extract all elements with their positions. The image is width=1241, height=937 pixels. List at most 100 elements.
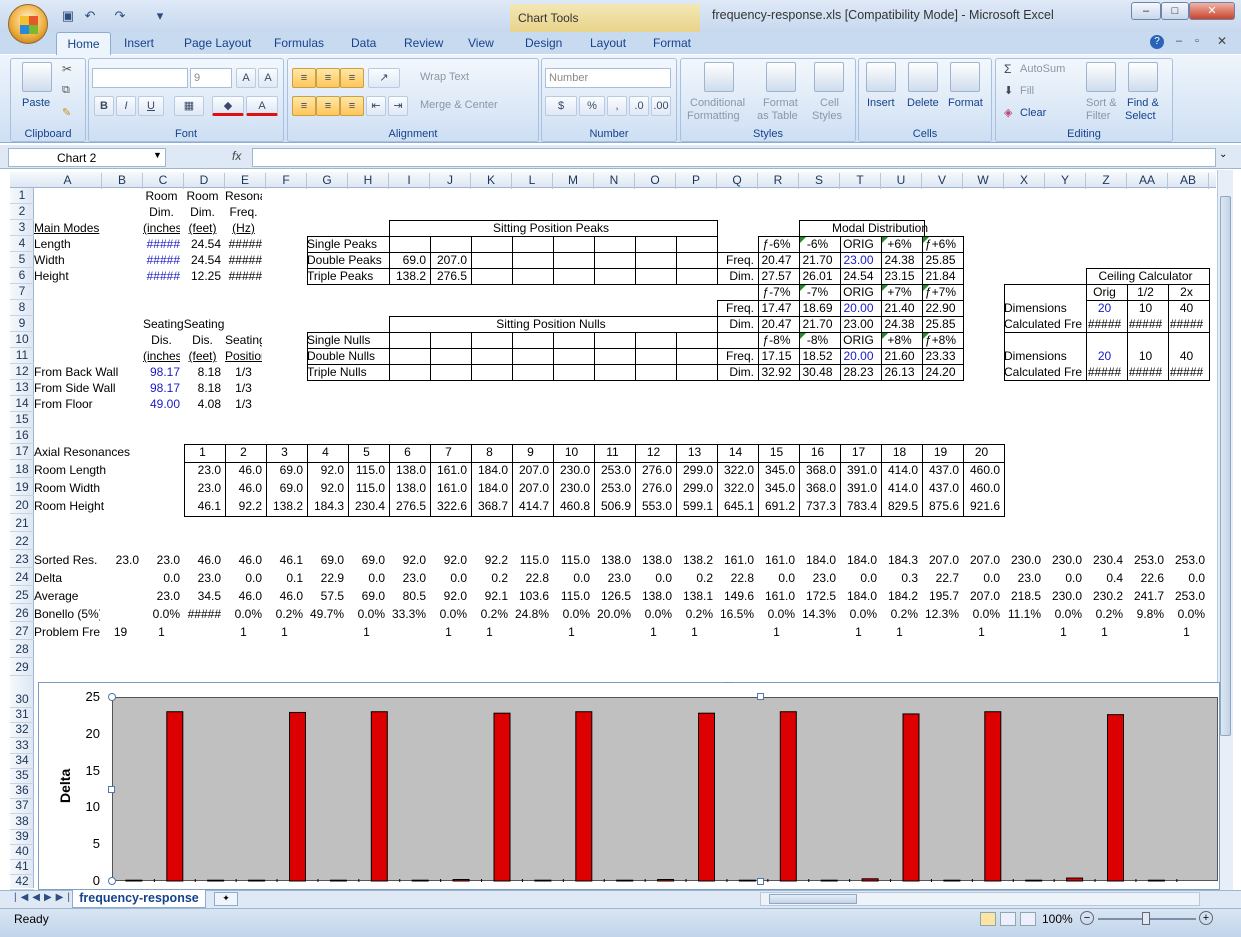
tab-review[interactable]: Review xyxy=(404,36,443,50)
ceiling-value[interactable]: 40 xyxy=(1168,349,1205,363)
column-header-s[interactable]: S xyxy=(799,173,840,189)
sorted-label[interactable]: Sorted Res. xyxy=(34,553,100,567)
average-value[interactable]: 92.0 xyxy=(430,589,467,603)
ceiling-label[interactable]: Calculated Fre xyxy=(1004,365,1082,379)
delete-cells-icon[interactable] xyxy=(908,62,938,92)
axial-value[interactable]: 414.7 xyxy=(512,499,549,513)
bonello-value[interactable]: 0.0% xyxy=(143,607,180,621)
axial-index[interactable]: 15 xyxy=(758,445,795,459)
sorted-value[interactable]: 207.0 xyxy=(922,553,959,567)
average-value[interactable]: 46.0 xyxy=(266,589,303,603)
ceiling-value[interactable]: ##### xyxy=(1168,365,1205,379)
axial-index[interactable]: 4 xyxy=(307,445,344,459)
peaks-label[interactable]: Single Peaks xyxy=(307,237,385,251)
axial-value[interactable]: 460.8 xyxy=(553,499,590,513)
normal-view-icon[interactable] xyxy=(980,912,996,926)
axial-value[interactable]: 368.0 xyxy=(799,463,836,477)
ceiling-header[interactable]: Orig xyxy=(1086,285,1123,299)
ceiling-value[interactable]: ##### xyxy=(1168,317,1205,331)
column-header-e[interactable]: E xyxy=(225,173,266,189)
sorted-value[interactable]: 253.0 xyxy=(1127,553,1164,567)
axial-value[interactable]: 783.4 xyxy=(840,499,877,513)
problem-value[interactable]: 1 xyxy=(840,625,877,639)
axial-value[interactable]: 322.6 xyxy=(430,499,467,513)
axial-index[interactable]: 20 xyxy=(963,445,1000,459)
axial-value[interactable]: 230.4 xyxy=(348,499,385,513)
chart-bar[interactable] xyxy=(452,879,470,882)
axial-row-label[interactable]: Room Height xyxy=(34,499,130,513)
column-header-u[interactable]: U xyxy=(881,173,922,189)
bonello-value[interactable]: 20.0% xyxy=(594,607,631,621)
axial-row-label[interactable]: Room Length xyxy=(34,463,130,477)
ceiling-value[interactable]: ##### xyxy=(1127,317,1164,331)
axial-value[interactable]: 115.0 xyxy=(348,481,385,495)
name-box[interactable]: Chart 2 xyxy=(8,148,166,167)
plot-handle-ml[interactable] xyxy=(108,786,115,793)
row-header-32[interactable]: 32 xyxy=(10,722,34,739)
bonello-value[interactable]: 33.3% xyxy=(389,607,426,621)
decrease-indent-button[interactable]: ⇤ xyxy=(366,96,386,116)
problem-value[interactable]: 1 xyxy=(635,625,672,639)
delta-value[interactable]: 23.0 xyxy=(184,571,221,585)
column-header-j[interactable]: J xyxy=(430,173,471,189)
axial-index[interactable]: 16 xyxy=(799,445,836,459)
axial-index[interactable]: 17 xyxy=(840,445,877,459)
column-header-a[interactable]: A xyxy=(34,173,102,189)
conditional-formatting-icon[interactable] xyxy=(704,62,734,92)
mode-label[interactable]: Height xyxy=(34,269,98,283)
modal-cell[interactable]: 17.47 xyxy=(758,301,795,315)
axial-value[interactable]: 437.0 xyxy=(922,481,959,495)
chart-bar[interactable] xyxy=(861,878,879,882)
column-caption[interactable]: (feet) xyxy=(184,221,221,235)
column-header-c[interactable]: C xyxy=(143,173,184,189)
ribbon-minimize-icon[interactable]: – xyxy=(1176,35,1182,47)
axial-value[interactable]: 23.0 xyxy=(184,463,221,477)
modal-cell[interactable]: 20.47 xyxy=(758,317,795,331)
modal-cell[interactable]: 23.33 xyxy=(922,349,959,363)
row-header-41[interactable]: 41 xyxy=(10,859,34,876)
sorted-value[interactable]: 184.0 xyxy=(799,553,836,567)
chart-bar[interactable] xyxy=(411,879,429,882)
mode-value[interactable]: ##### xyxy=(143,269,180,283)
axial-index[interactable]: 2 xyxy=(225,445,262,459)
find-select-icon[interactable] xyxy=(1128,62,1158,92)
axial-index[interactable]: 19 xyxy=(922,445,959,459)
average-value[interactable]: 184.2 xyxy=(881,589,918,603)
sorted-value[interactable]: 69.0 xyxy=(348,553,385,567)
column-header-o[interactable]: O xyxy=(635,173,676,189)
column-caption[interactable]: (Hz) xyxy=(225,221,262,235)
row-header-37[interactable]: 37 xyxy=(10,798,34,815)
axial-index[interactable]: 14 xyxy=(717,445,754,459)
modal-cell[interactable]: 23.00 xyxy=(840,253,877,267)
row-header-11[interactable]: 11 xyxy=(10,348,34,364)
zoom-in-icon[interactable]: + xyxy=(1199,911,1213,925)
mode-value[interactable]: 24.54 xyxy=(184,253,221,267)
seating-caption[interactable]: Seating xyxy=(225,333,262,347)
row-header-13[interactable]: 13 xyxy=(10,380,34,396)
minimize-button[interactable]: – xyxy=(1131,2,1161,20)
average-value[interactable]: 161.0 xyxy=(758,589,795,603)
row-header-39[interactable]: 39 xyxy=(10,829,34,845)
sort-filter-icon[interactable] xyxy=(1086,62,1116,92)
undo-icon[interactable]: ↶ xyxy=(82,8,98,24)
problem-value[interactable]: 1 xyxy=(225,625,262,639)
sorted-value[interactable]: 138.0 xyxy=(635,553,672,567)
modal-cell[interactable]: 25.85 xyxy=(922,317,959,331)
error-indicator-icon[interactable] xyxy=(923,333,929,339)
ceiling-value[interactable]: 10 xyxy=(1127,301,1164,315)
number-format-box[interactable]: Number xyxy=(545,68,671,88)
horizontal-scrollbar[interactable] xyxy=(760,892,1200,906)
sorted-value[interactable]: 138.2 xyxy=(676,553,713,567)
axial-value[interactable]: 414.0 xyxy=(881,463,918,477)
column-header-v[interactable]: V xyxy=(922,173,963,189)
row-header-6[interactable]: 6 xyxy=(10,268,34,284)
ceiling-label[interactable]: Dimensions xyxy=(1004,301,1082,315)
copy-icon[interactable]: ⧉ xyxy=(62,84,70,97)
plot-handle-bm[interactable] xyxy=(757,878,764,885)
axial-value[interactable]: 437.0 xyxy=(922,463,959,477)
tab-formulas[interactable]: Formulas xyxy=(274,36,324,50)
bonello-value[interactable]: 0.0% xyxy=(1168,607,1205,621)
orientation-button[interactable]: ↗ xyxy=(368,68,400,88)
average-value[interactable]: 172.5 xyxy=(799,589,836,603)
seating-value[interactable]: 49.00 xyxy=(143,397,180,411)
